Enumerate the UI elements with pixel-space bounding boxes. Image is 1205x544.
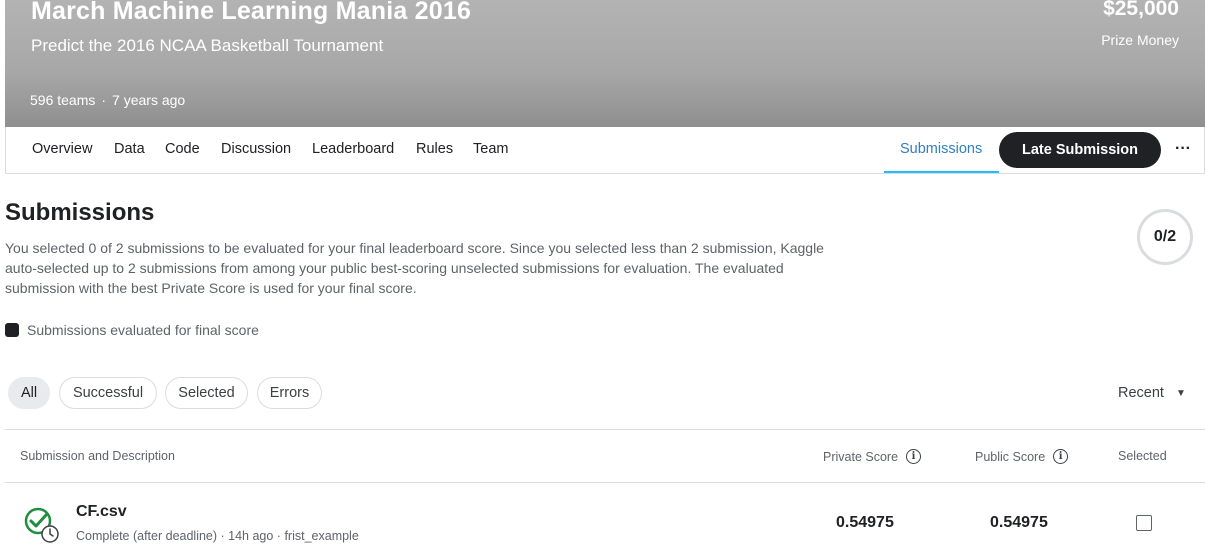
prize-label: Prize Money: [1101, 32, 1179, 48]
competition-header: March Machine Learning Mania 2016 Predic…: [5, 0, 1205, 127]
tab-overview[interactable]: Overview: [32, 141, 92, 157]
competition-meta: 596 teams · 7 years ago: [30, 92, 185, 108]
tab-discussion[interactable]: Discussion: [221, 141, 291, 157]
public-score-value: 0.54975: [990, 514, 1048, 531]
legend-label: Submissions evaluated for final score: [27, 322, 259, 338]
header-selected: Selected: [1118, 449, 1167, 463]
header-submission-label: Submission and Description: [20, 449, 175, 463]
table-header: Submission and Description Private Score…: [5, 429, 1205, 483]
team-count: 596 teams: [30, 92, 96, 108]
header-public-score: Public Score i: [975, 449, 1069, 464]
table-row[interactable]: CF.csv Complete (after deadline) · 14h a…: [5, 483, 1205, 544]
complete-check-icon: [24, 507, 59, 543]
selection-counter: 0/2: [1137, 209, 1193, 265]
competition-title: March Machine Learning Mania 2016: [31, 0, 472, 25]
legend-swatch: [5, 323, 19, 337]
competition-tabs: Overview Data Code Discussion Leaderboar…: [5, 127, 1205, 174]
sort-label: Recent: [1118, 385, 1164, 401]
competition-age: 7 years ago: [112, 92, 186, 108]
submission-file-name[interactable]: CF.csv: [76, 503, 127, 521]
private-score-value: 0.54975: [836, 514, 894, 531]
sort-dropdown[interactable]: Recent ▼: [1118, 385, 1186, 401]
header-private-score: Private Score i: [823, 449, 922, 464]
tab-data[interactable]: Data: [114, 141, 145, 157]
filter-chip-all[interactable]: All: [8, 377, 50, 409]
caret-down-icon: ▼: [1175, 387, 1186, 399]
header-private-label: Private Score: [823, 449, 899, 464]
legend: Submissions evaluated for final score: [5, 322, 259, 338]
page-title: Submissions: [5, 199, 155, 226]
filter-chip-errors[interactable]: Errors: [257, 377, 322, 409]
filter-chip-successful[interactable]: Successful: [59, 377, 157, 409]
tab-submissions-label: Submissions: [900, 141, 983, 157]
tab-submissions[interactable]: Submissions: [884, 127, 999, 173]
info-icon[interactable]: i: [906, 449, 922, 464]
tab-team[interactable]: Team: [473, 141, 508, 157]
submission-meta: Complete (after deadline) · 14h ago · fr…: [76, 529, 359, 543]
late-submission-button[interactable]: Late Submission: [999, 132, 1161, 168]
header-selected-label: Selected: [1118, 449, 1167, 463]
filter-chip-selected[interactable]: Selected: [165, 377, 248, 409]
info-icon[interactable]: i: [1053, 449, 1069, 464]
select-checkbox[interactable]: [1136, 515, 1152, 531]
tab-code[interactable]: Code: [165, 141, 200, 157]
more-options-icon[interactable]: ···: [1171, 136, 1195, 164]
prize-amount: $25,000: [1103, 0, 1179, 20]
tab-rules[interactable]: Rules: [416, 141, 453, 157]
header-submission: Submission and Description: [20, 449, 175, 463]
tab-leaderboard[interactable]: Leaderboard: [312, 141, 394, 157]
header-public-label: Public Score: [975, 449, 1046, 464]
submissions-description: You selected 0 of 2 submissions to be ev…: [5, 240, 824, 296]
competition-subtitle: Predict the 2016 NCAA Basketball Tournam…: [31, 36, 384, 55]
separator-dot: ·: [101, 92, 107, 108]
